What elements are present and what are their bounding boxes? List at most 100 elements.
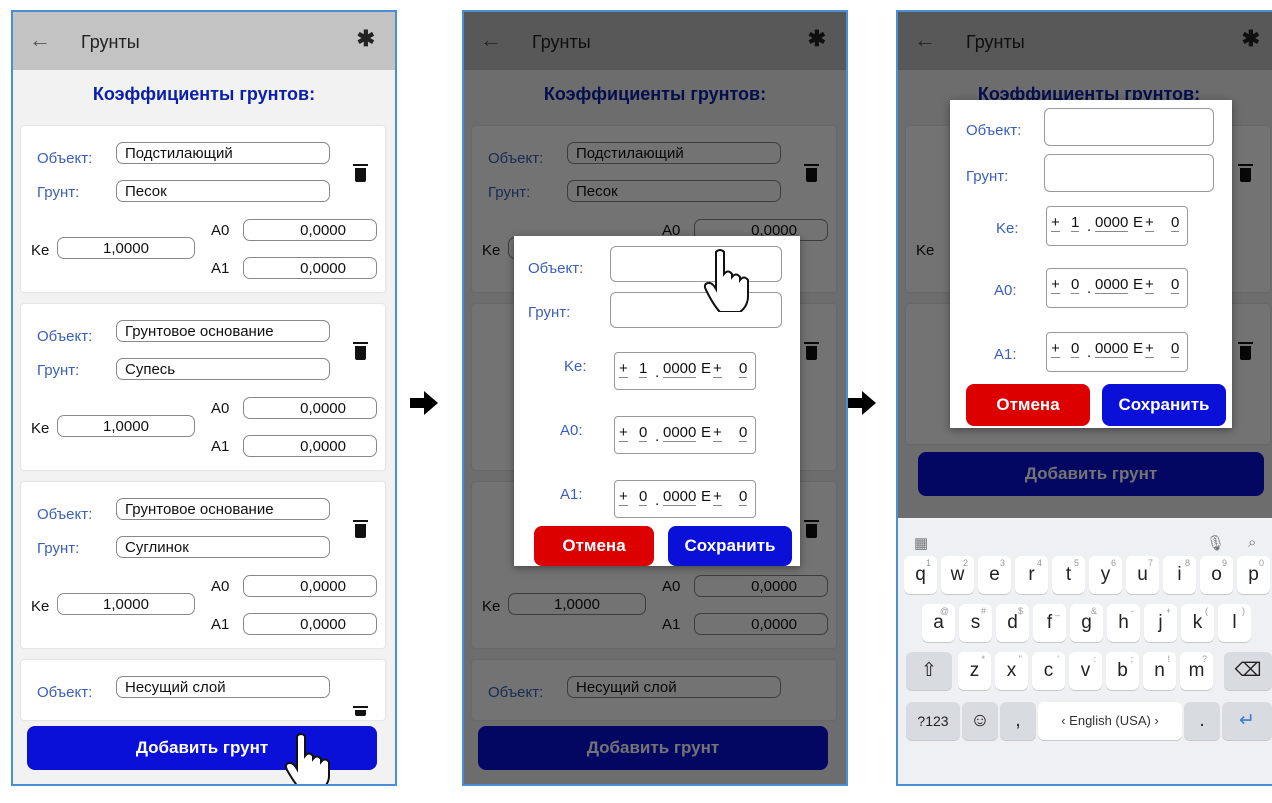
key-e[interactable]: e3: [978, 556, 1011, 594]
key-hint: #: [980, 606, 986, 616]
soil-input[interactable]: [1044, 154, 1214, 192]
shift-key[interactable]: ⇧: [906, 652, 952, 690]
enter-key[interactable]: ↵: [1222, 702, 1272, 740]
a0-field[interactable]: 0,0000: [243, 219, 377, 241]
soil-label: Грунт:: [966, 168, 1009, 185]
key-n[interactable]: n!: [1143, 652, 1176, 690]
a1-sci-input[interactable]: +0. 0000 E +0: [614, 480, 756, 518]
a0-field[interactable]: 0,0000: [243, 575, 377, 597]
key-hint: ': [1057, 654, 1059, 664]
ke-label: Ke:: [996, 220, 1019, 237]
key-b[interactable]: b;: [1106, 652, 1139, 690]
space-key[interactable]: ‹ English (USA) ›: [1038, 702, 1182, 740]
key-p[interactable]: p0: [1237, 556, 1270, 594]
a1-field[interactable]: 0,0000: [243, 613, 377, 635]
a0-sci-input[interactable]: +0. 0000 E +0: [1046, 268, 1188, 308]
key-y[interactable]: y6: [1089, 556, 1122, 594]
comma-key[interactable]: ,: [1000, 702, 1036, 740]
soil-field[interactable]: Супесь: [116, 358, 330, 380]
a1-label: A1: [211, 438, 230, 455]
ke-sci-input[interactable]: +1. 0000 E +0: [1046, 206, 1188, 246]
microphone-icon[interactable]: 🎙: [1206, 534, 1225, 552]
key-hint: 8: [1184, 558, 1190, 568]
soil-field[interactable]: Суглинок: [116, 536, 330, 558]
delete-icon[interactable]: [353, 706, 368, 716]
cancel-button[interactable]: Отмена: [966, 384, 1090, 426]
object-input[interactable]: [1044, 108, 1214, 146]
a0-label: A0: [211, 222, 230, 239]
a1-label: A1:: [994, 346, 1017, 363]
soil-card: Объект: Несущий слой: [21, 660, 385, 720]
object-input[interactable]: [610, 246, 782, 282]
key-hint: $: [1017, 606, 1023, 616]
object-field[interactable]: Несущий слой: [116, 676, 330, 698]
symbols-key[interactable]: ?123: [906, 702, 960, 740]
key-h[interactable]: h-: [1107, 604, 1140, 642]
key-i[interactable]: i8: [1163, 556, 1196, 594]
key-u[interactable]: u7: [1126, 556, 1159, 594]
period-key[interactable]: .: [1184, 702, 1220, 740]
key-v[interactable]: v:: [1069, 652, 1102, 690]
key-z[interactable]: z *: [958, 652, 991, 690]
ke-label: Ke: [31, 242, 50, 259]
ke-field[interactable]: 1,0000: [57, 593, 195, 615]
a1-field[interactable]: 0,0000: [243, 257, 377, 279]
a0-field[interactable]: 0,0000: [243, 397, 377, 419]
key-l[interactable]: l): [1218, 604, 1251, 642]
next-arrow-icon: [410, 391, 438, 415]
key-q[interactable]: q1: [904, 556, 937, 594]
backspace-key[interactable]: ⌫: [1224, 652, 1272, 690]
on-screen-keyboard: ▦ 🎙 ⌕ q1w2e3r4t5y6u7i8o9p0 a @ s # d $ f _ g & h - j…: [898, 520, 1272, 784]
key-hint: ": [1018, 654, 1022, 664]
key-hint: !: [1167, 654, 1170, 664]
key-m[interactable]: m?: [1180, 652, 1213, 690]
apps-grid-icon[interactable]: ▦: [914, 534, 928, 552]
key-j[interactable]: j +: [1144, 604, 1177, 642]
a1-field[interactable]: 0,0000: [243, 435, 377, 457]
key-hint: 1: [925, 558, 931, 568]
a1-sci-input[interactable]: +0. 0000 E +0: [1046, 332, 1188, 372]
key-s[interactable]: s #: [959, 604, 992, 642]
object-field[interactable]: Грунтовое основание: [116, 320, 330, 342]
next-arrow-icon: [848, 391, 876, 415]
key-hint: ;: [1130, 654, 1133, 664]
emoji-key[interactable]: ☺: [962, 702, 998, 740]
ke-field[interactable]: 1,0000: [57, 237, 195, 259]
delete-icon[interactable]: [353, 520, 368, 538]
key-k[interactable]: k(: [1181, 604, 1214, 642]
a1-label: A1: [211, 260, 230, 277]
key-w[interactable]: w2: [941, 556, 974, 594]
a0-label: A0: [211, 400, 230, 417]
object-field[interactable]: Подстилающий: [116, 142, 330, 164]
save-button[interactable]: Сохранить: [668, 526, 792, 566]
key-f[interactable]: f _: [1033, 604, 1066, 642]
save-button[interactable]: Сохранить: [1102, 384, 1226, 426]
a0-label: A0: [211, 578, 230, 595]
key-d[interactable]: d $: [996, 604, 1029, 642]
back-arrow-icon[interactable]: ←: [29, 27, 51, 53]
delete-icon[interactable]: [353, 342, 368, 360]
bluetooth-icon[interactable]: ✱: [357, 26, 375, 52]
key-g[interactable]: g &: [1070, 604, 1103, 642]
ke-sci-input[interactable]: +1. 0000 E +0: [614, 352, 756, 390]
key-hint: ?: [1201, 654, 1207, 664]
object-field[interactable]: Грунтовое основание: [116, 498, 330, 520]
key-x[interactable]: x ": [995, 652, 1028, 690]
app-title: Грунты: [81, 32, 140, 52]
key-a[interactable]: a @: [922, 604, 955, 642]
key-c[interactable]: c ': [1032, 652, 1065, 690]
a1-label: A1:: [560, 486, 583, 503]
key-o[interactable]: o9: [1200, 556, 1233, 594]
key-hint: 2: [962, 558, 968, 568]
search-icon[interactable]: ⌕: [1248, 534, 1256, 551]
hand-pointer-icon: [284, 733, 330, 784]
ke-label: Ke: [31, 420, 50, 437]
soil-field[interactable]: Песок: [116, 180, 330, 202]
key-r[interactable]: r4: [1015, 556, 1048, 594]
delete-icon[interactable]: [353, 164, 368, 182]
a0-sci-input[interactable]: +0. 0000 E +0: [614, 416, 756, 454]
key-t[interactable]: t5: [1052, 556, 1085, 594]
cancel-button[interactable]: Отмена: [534, 526, 654, 566]
soil-input[interactable]: [610, 292, 782, 328]
ke-field[interactable]: 1,0000: [57, 415, 195, 437]
